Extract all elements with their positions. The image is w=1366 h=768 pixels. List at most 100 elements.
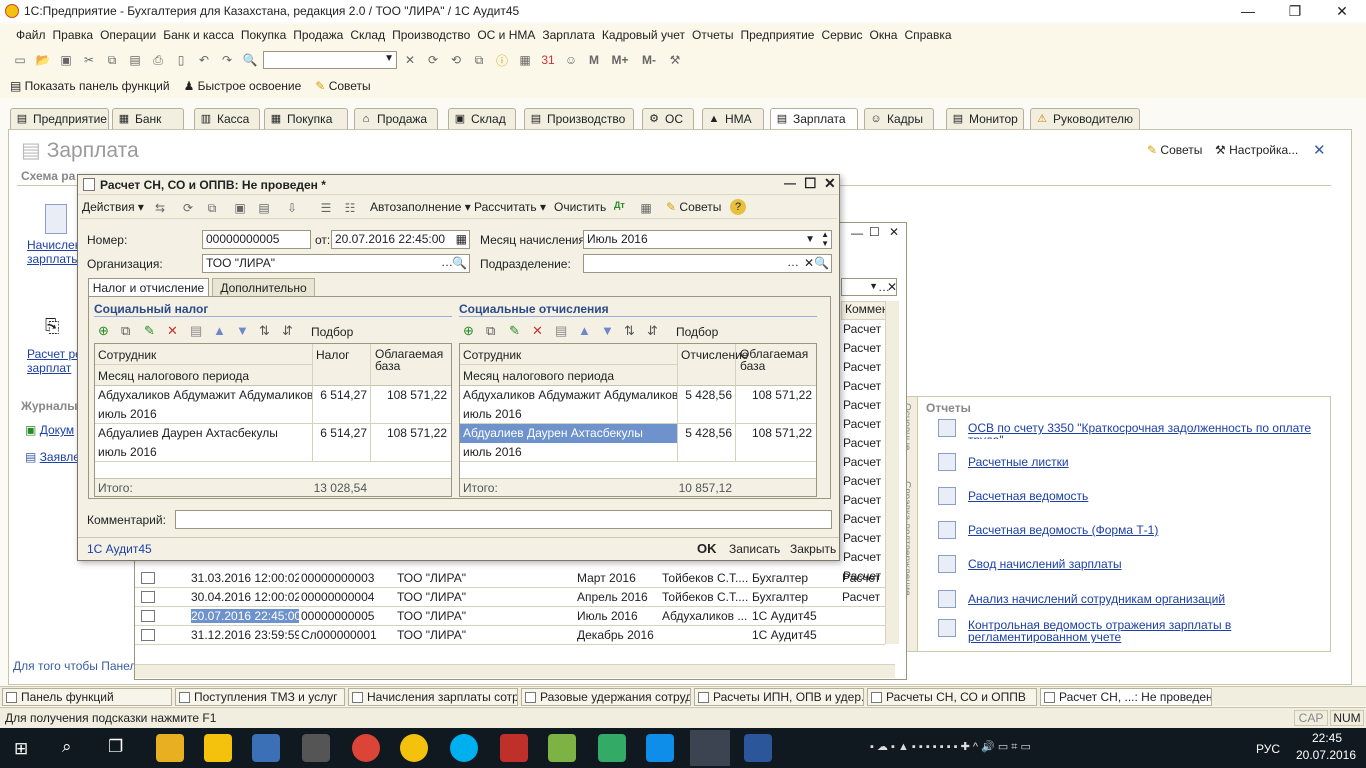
tab-7[interactable]: ⚙ ОС <box>642 108 694 129</box>
edit-icon[interactable]: ✎ <box>509 323 520 339</box>
tab-5[interactable]: ▣ Склад <box>448 108 516 129</box>
close-icon[interactable]: ✕ <box>889 225 899 239</box>
print-icon[interactable]: ⎙ <box>148 50 168 70</box>
dialog-tips-button[interactable]: ✎ Советы <box>666 200 721 214</box>
clear-button[interactable]: Очистить <box>554 200 606 214</box>
menu-item[interactable]: Кадровый учет <box>602 28 685 42</box>
teamviewer-icon[interactable] <box>646 734 674 762</box>
tab-1[interactable]: ▦ Банк <box>112 108 184 129</box>
onec-active-icon[interactable] <box>690 730 730 766</box>
window-tab[interactable]: Расчеты СН, СО и ОППВ <box>867 688 1037 706</box>
window-tab[interactable]: Начисления зарплаты сотр... <box>348 688 518 706</box>
based-on-icon[interactable]: ⇩ <box>282 198 302 218</box>
department-field[interactable]: … ✕ 🔍 <box>583 254 832 273</box>
window-tab[interactable]: Расчет СН, ...: Не проведен * <box>1040 688 1212 706</box>
help-icon[interactable]: ? <box>730 199 746 215</box>
vertical-scrollbar[interactable] <box>885 301 899 644</box>
calendar-icon[interactable]: 31 <box>538 50 558 70</box>
col-employee[interactable]: Сотрудник <box>463 348 521 362</box>
menu-item[interactable]: Окна <box>870 28 898 42</box>
left-pick-button[interactable]: Подбор <box>311 325 353 339</box>
chat-icon[interactable] <box>598 734 626 762</box>
menu-item[interactable]: Отчеты <box>692 28 733 42</box>
sort-desc-icon[interactable]: ⇵ <box>282 323 293 339</box>
table-row[interactable]: Абдуалиев Даурен Ахтасбекулы июль 2016 5 4… <box>460 424 816 462</box>
menu-item[interactable]: ОС и НМА <box>477 28 535 42</box>
tab-0[interactable]: ▤ Предприятие <box>10 108 109 129</box>
cut-icon[interactable]: ✂ <box>79 50 99 70</box>
search-prev-icon[interactable]: ⟲ <box>446 50 466 70</box>
quick-learn-button[interactable]: ♟ Быстрое освоение <box>184 79 302 93</box>
calculate-menu[interactable]: Рассчитать ▾ <box>474 200 546 214</box>
col-base[interactable]: Облагаемая база <box>740 348 814 372</box>
windows-icon[interactable]: ⧉ <box>469 50 489 70</box>
close-dialog-button[interactable]: Закрыть <box>790 542 836 556</box>
menu-item[interactable]: Сервис <box>821 28 862 42</box>
memory-plus-icon[interactable]: M+ <box>607 50 633 70</box>
memory-m-icon[interactable]: M <box>584 50 604 70</box>
move-down-icon[interactable]: ▼ <box>601 323 614 338</box>
task-view-icon[interactable]: ❐ <box>108 737 123 757</box>
tips-button[interactable]: ✎ Советы <box>315 79 370 93</box>
preview-icon[interactable]: ▯ <box>171 50 191 70</box>
sort-desc-icon[interactable]: ⇵ <box>647 323 658 339</box>
file-explorer-icon[interactable] <box>156 734 184 762</box>
menu-item[interactable]: Продажа <box>293 28 343 42</box>
structure-icon[interactable]: ☷ <box>340 198 360 218</box>
dialog-maximize-icon[interactable]: ☐ <box>804 175 817 192</box>
table-row[interactable]: 20.07.2016 22:45:00 00000000005 ТОО "ЛИРА"… <box>135 607 885 626</box>
calendar-icon[interactable]: ▦ <box>456 231 467 248</box>
actions-menu[interactable]: Действия ▾ <box>82 200 144 214</box>
menu-item[interactable]: Справка <box>904 28 951 42</box>
comment-column-header[interactable]: Коммен <box>841 301 887 320</box>
move-up-icon[interactable]: ▲ <box>213 323 226 338</box>
android-icon[interactable] <box>548 734 576 762</box>
journal-link-1[interactable]: ▣ Докум <box>25 423 74 437</box>
paste-icon[interactable]: ▤ <box>125 50 145 70</box>
tab-8[interactable]: ▲ НМА <box>702 108 764 129</box>
horizontal-scrollbar[interactable] <box>135 664 895 678</box>
window-tab[interactable]: Поступления ТМЗ и услуг <box>175 688 345 706</box>
comment-field[interactable] <box>175 510 832 529</box>
window-tab[interactable]: Разовые удержания сотруд... <box>521 688 691 706</box>
table-row[interactable]: Абдуалиев Даурен Ахтасбекулы июль 2016 6 5… <box>95 424 451 462</box>
tab-4[interactable]: ⌂ Продажа <box>354 108 438 129</box>
table-row[interactable]: 31.12.2016 23:59:59 Сл000000001 ТОО "ЛИРА"… <box>135 626 885 645</box>
window-tab[interactable]: Панель функций <box>2 688 172 706</box>
menu-item[interactable]: Правка <box>53 28 94 42</box>
save-button[interactable]: Записать <box>729 542 780 556</box>
close-button[interactable]: ✕ <box>1319 0 1365 22</box>
word-icon[interactable] <box>744 734 772 762</box>
language-indicator[interactable]: РУС <box>1256 742 1280 756</box>
autofill-menu[interactable]: Автозаполнение ▾ <box>370 200 471 214</box>
minimize-icon[interactable]: — <box>851 226 863 240</box>
memory-minus-icon[interactable]: M- <box>636 50 662 70</box>
end-edit-icon[interactable]: ▤ <box>190 323 202 339</box>
search-icon[interactable]: 🔍 <box>452 255 467 272</box>
end-edit-icon[interactable]: ▤ <box>555 323 567 339</box>
redo-icon[interactable]: ↷ <box>217 50 237 70</box>
search-icon[interactable]: ⌕ <box>62 737 72 757</box>
sort-asc-icon[interactable]: ⇅ <box>624 323 635 339</box>
copy-row-icon[interactable]: ⧉ <box>486 323 495 339</box>
dropdown-arrow-icon[interactable]: ▼ <box>805 231 815 248</box>
table-row[interactable]: 31.03.2016 12:00:02 00000000003 ТОО "ЛИРА"… <box>135 569 885 588</box>
report-item[interactable]: Анализ начислений сотрудникам организаци… <box>938 590 1328 610</box>
spin-icon[interactable]: ▲ ▼ <box>821 230 829 248</box>
sort-asc-icon[interactable]: ⇅ <box>259 323 270 339</box>
anydesk-icon[interactable] <box>500 734 528 762</box>
copy-row-icon[interactable]: ⧉ <box>121 323 130 339</box>
ok-button[interactable]: OK <box>697 541 717 556</box>
table-row[interactable]: 30.04.2016 12:00:02 00000000004 ТОО "ЛИРА"… <box>135 588 885 607</box>
search-icon[interactable]: 🔍 <box>814 255 829 272</box>
edit-icon[interactable]: ✎ <box>144 323 155 339</box>
table-row[interactable]: Абдухаликов Абдумажит Абдумаликович июль … <box>95 386 451 424</box>
menu-item[interactable]: Зарплата <box>542 28 595 42</box>
menu-item[interactable]: Склад <box>350 28 385 42</box>
move-down-icon[interactable]: ▼ <box>236 323 249 338</box>
tab-additional[interactable]: Дополнительно <box>212 278 315 297</box>
col-month[interactable]: Месяц налогового периода <box>98 369 249 383</box>
skype-icon[interactable] <box>450 734 478 762</box>
move-up-icon[interactable]: ▲ <box>578 323 591 338</box>
tab-10[interactable]: ☺ Кадры <box>864 108 934 129</box>
